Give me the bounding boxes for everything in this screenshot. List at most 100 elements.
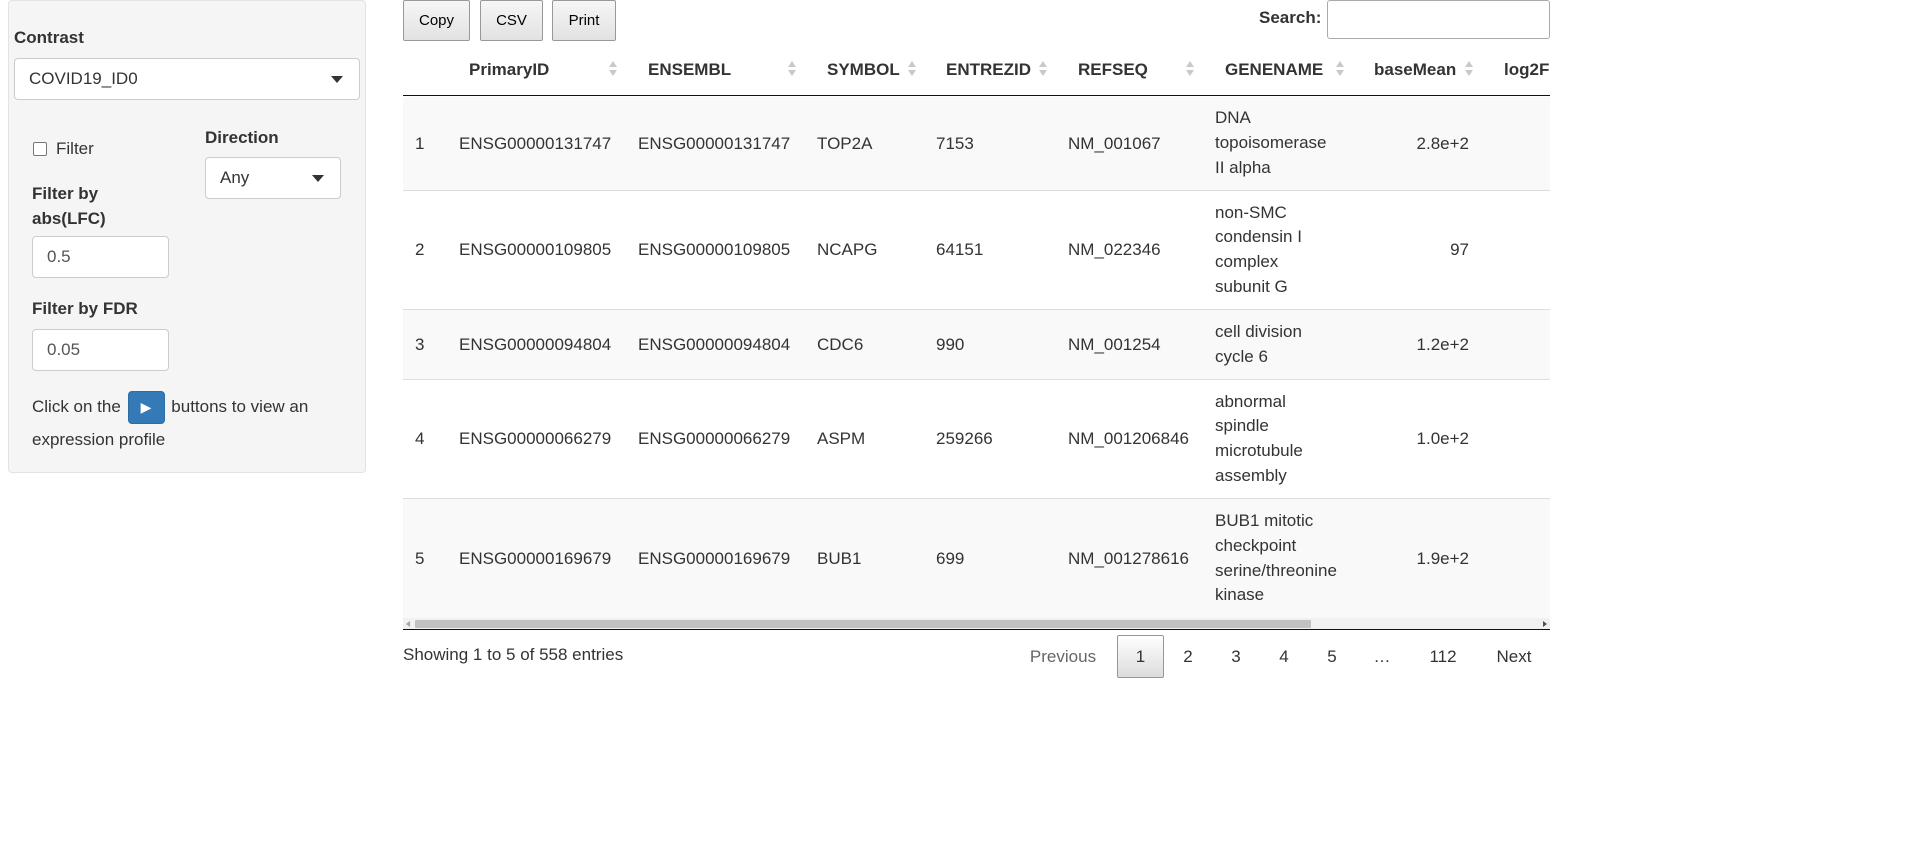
lfc-filter-label: Filter by abs(LFC) (32, 184, 106, 228)
column-header-ensembl[interactable]: ENSEMBL (648, 44, 731, 96)
filter-checkbox[interactable] (33, 142, 47, 156)
cell-primaryid: ENSG00000169679 (459, 548, 612, 568)
sort-icon[interactable] (1039, 61, 1047, 79)
search-input[interactable] (1327, 0, 1550, 39)
contrast-select-value: COVID19_ID0 (29, 69, 138, 88)
cell-ensembl: ENSG00000066279 (638, 429, 791, 448)
table-row[interactable]: 4 ENSG00000066279 ENSG00000066279 ASPM 2… (403, 380, 1550, 499)
column-header-refseq[interactable]: REFSEQ (1078, 44, 1148, 96)
direction-select[interactable]: Any (205, 157, 341, 199)
pagination-page-5[interactable]: 5 (1312, 635, 1352, 678)
column-header-genename[interactable]: GENENAME (1225, 44, 1323, 96)
cell-symbol: TOP2A (817, 133, 873, 153)
play-icon: ▶ (127, 391, 165, 425)
cell-entrezid: 990 (936, 334, 965, 354)
cell-refseq: NM_001278616 (1068, 548, 1189, 568)
table-info: Showing 1 to 5 of 558 entries (403, 645, 624, 664)
expression-profile-hint: Click on the ▶ buttons to view an expres… (32, 391, 352, 455)
cell-primaryid: ENSG00000094804 (459, 334, 612, 354)
scroll-right-icon[interactable] (1543, 621, 1547, 627)
cell-symbol: ASPM (817, 429, 866, 448)
fdr-filter-input[interactable]: 0.05 (32, 329, 169, 371)
scroll-left-icon[interactable] (406, 621, 410, 627)
chevron-down-icon (312, 175, 324, 182)
pagination-previous[interactable]: Previous (1016, 635, 1110, 678)
cell-basemean: 2.8e+2 (1416, 133, 1469, 153)
cell-ensembl: ENSG00000169679 (638, 548, 791, 568)
lfc-filter-input[interactable]: 0.5 (32, 236, 169, 278)
cell-entrezid: 64151 (936, 240, 984, 259)
cell-genename: non-SMC condensin I complex subunit G (1215, 202, 1302, 296)
contrast-select[interactable]: COVID19_ID0 (14, 58, 360, 100)
cell-ensembl: ENSG00000094804 (638, 334, 791, 354)
sidebar-panel: Contrast COVID19_ID0 Filter Direction An… (8, 0, 366, 473)
cell-basemean: 1.0e+2 (1416, 429, 1469, 448)
pagination-next[interactable]: Next (1482, 635, 1546, 678)
sort-icon[interactable] (609, 61, 617, 79)
column-header-primaryid[interactable]: PrimaryID (469, 44, 549, 96)
direction-label: Direction (205, 128, 279, 147)
cell-refseq: NM_001254 (1068, 334, 1161, 354)
cell-ensembl: ENSG00000109805 (638, 240, 791, 259)
cell-refseq: NM_001067 (1068, 133, 1161, 153)
cell-genename: abnormal spindle microtubule assembly (1215, 391, 1303, 485)
filter-checkbox-label: Filter (56, 139, 94, 158)
cell-primaryid: ENSG00000109805 (459, 240, 612, 259)
sort-icon[interactable] (908, 61, 916, 79)
cell-index: 4 (415, 429, 425, 448)
table-row[interactable]: 5 ENSG00000169679 ENSG00000169679 BUB1 6… (403, 499, 1550, 619)
sort-icon[interactable] (1186, 61, 1194, 79)
column-header-basemean[interactable]: baseMean (1374, 44, 1456, 96)
table-row[interactable]: 2 ENSG00000109805 ENSG00000109805 NCAPG … (403, 191, 1550, 310)
print-button[interactable]: Print (552, 0, 616, 41)
column-header-index[interactable] (403, 44, 447, 96)
sort-icon[interactable] (1465, 61, 1473, 79)
cell-refseq: NM_022346 (1068, 240, 1161, 259)
cell-index: 5 (415, 548, 425, 568)
cell-basemean: 1.9e+2 (1416, 548, 1469, 568)
contrast-label: Contrast (14, 28, 84, 47)
cell-index: 2 (415, 240, 425, 259)
pagination-page-1[interactable]: 1 (1117, 635, 1164, 678)
table-row[interactable]: 3 ENSG00000094804 ENSG00000094804 CDC6 9… (403, 310, 1550, 380)
cell-genename: cell division cycle 6 (1215, 321, 1302, 366)
column-header-symbol[interactable]: SYMBOL (827, 44, 900, 96)
cell-basemean: 97 (1450, 240, 1469, 259)
cell-entrezid: 7153 (936, 133, 974, 153)
pagination-ellipsis: … (1373, 646, 1391, 666)
cell-refseq: NM_001206846 (1068, 429, 1189, 448)
cell-entrezid: 699 (936, 548, 965, 568)
cell-symbol: CDC6 (817, 334, 864, 354)
search-label: Search: (1259, 8, 1322, 27)
csv-button[interactable]: CSV (480, 0, 543, 41)
horizontal-scrollbar[interactable] (403, 618, 1550, 630)
hint-text-before: Click on the (32, 397, 121, 416)
cell-index: 1 (415, 133, 425, 153)
column-header-log2fc[interactable]: log2F (1504, 44, 1549, 96)
cell-symbol: BUB1 (817, 548, 862, 568)
pagination-page-4[interactable]: 4 (1264, 635, 1304, 678)
table-row[interactable]: 1 ENSG00000131747 ENSG00000131747 TOP2A … (403, 97, 1550, 191)
sort-icon[interactable] (788, 61, 796, 79)
cell-basemean: 1.2e+2 (1416, 334, 1469, 354)
table-header: PrimaryID ENSEMBL SYMBOL ENTREZID REFSEQ… (403, 44, 1550, 96)
copy-button[interactable]: Copy (403, 0, 470, 41)
results-table: PrimaryID ENSEMBL SYMBOL ENTREZID REFSEQ… (403, 44, 1550, 629)
cell-genename: BUB1 mitotic checkpoint serine/threonine… (1215, 511, 1337, 605)
fdr-filter-label: Filter by FDR (32, 299, 138, 318)
cell-entrezid: 259266 (936, 429, 993, 448)
direction-select-value: Any (220, 168, 250, 187)
cell-genename: DNA topoisomerase II alpha (1215, 108, 1327, 177)
column-header-entrezid[interactable]: ENTREZID (946, 44, 1031, 96)
pagination-page-112[interactable]: 112 (1417, 635, 1469, 678)
cell-primaryid: ENSG00000131747 (459, 133, 612, 153)
cell-symbol: NCAPG (817, 240, 878, 259)
pagination-page-2[interactable]: 2 (1168, 635, 1208, 678)
scrollbar-thumb[interactable] (415, 620, 1311, 628)
sort-icon[interactable] (1336, 61, 1344, 79)
cell-index: 3 (415, 334, 425, 354)
cell-ensembl: ENSG00000131747 (638, 133, 791, 153)
cell-primaryid: ENSG00000066279 (459, 429, 612, 448)
pagination-page-3[interactable]: 3 (1216, 635, 1256, 678)
filter-checkbox-row[interactable]: Filter (33, 139, 94, 159)
